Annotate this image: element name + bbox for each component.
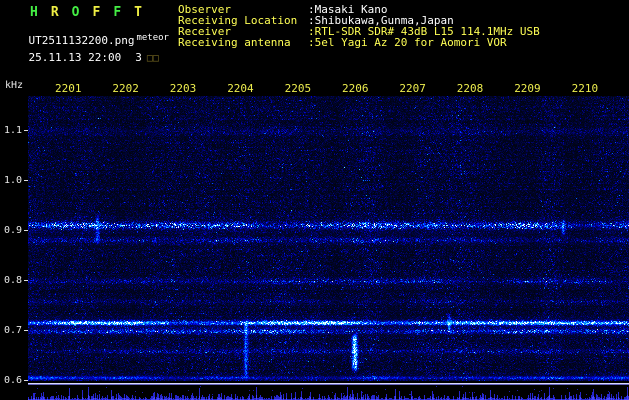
time-tick-label: 2204 (227, 82, 254, 95)
garbled-glyphs: □□ (146, 53, 159, 64)
time-tick-label: 2202 (112, 82, 139, 95)
freq-tick-label: 0.7 (3, 325, 22, 336)
station-info-row: Receiving antenna :5el Yagi Az 20 for Aom… (178, 37, 540, 48)
time-tick-label: 2201 (55, 82, 82, 95)
freq-tick-label: 1.0 (3, 175, 22, 186)
station-info: Observer:Masaki Kano Receiving Location:S… (178, 4, 540, 48)
logo-letter: T (134, 5, 142, 20)
time-tick-label: 2209 (514, 82, 541, 95)
time-tick-label: 2207 (399, 82, 426, 95)
time-tick-label: 2206 (342, 82, 369, 95)
freq-tick-label: 0.6 (3, 375, 22, 386)
freq-tick-label: 0.9 (3, 225, 22, 236)
freq-axis-unit: kHz (5, 80, 24, 91)
date-line: 25.11.13 22:00 3 □□ (2, 38, 159, 77)
logo-letter: F (92, 5, 101, 20)
time-tick-label: 2203 (169, 82, 197, 95)
logo-letter: F (113, 5, 122, 20)
freq-tick-label: 0.8 (3, 275, 22, 286)
info-value: :5el Yagi Az 20 for Aomori VOR (308, 36, 507, 49)
count-value: 3 (135, 51, 142, 64)
app-logo: HROFFT (30, 5, 155, 20)
time-tick-label: 2205 (284, 82, 312, 95)
time-tick-label: 2210 (571, 82, 599, 95)
logo-letter: O (71, 5, 80, 20)
spectrogram-canvas (28, 96, 629, 381)
observation-datetime: 25.11.13 22:00 (28, 51, 122, 64)
logo-letter: R (50, 5, 59, 20)
info-label: Receiving antenna (178, 36, 291, 49)
logo-letter: H (30, 5, 38, 20)
hrofft-output: HROFFT UT2511132200.png meteor 25.11.13 2… (0, 0, 629, 400)
signal-level-strip (28, 383, 629, 400)
freq-tick-label: 1.1 (3, 125, 22, 136)
time-tick-label: 2208 (456, 82, 484, 95)
